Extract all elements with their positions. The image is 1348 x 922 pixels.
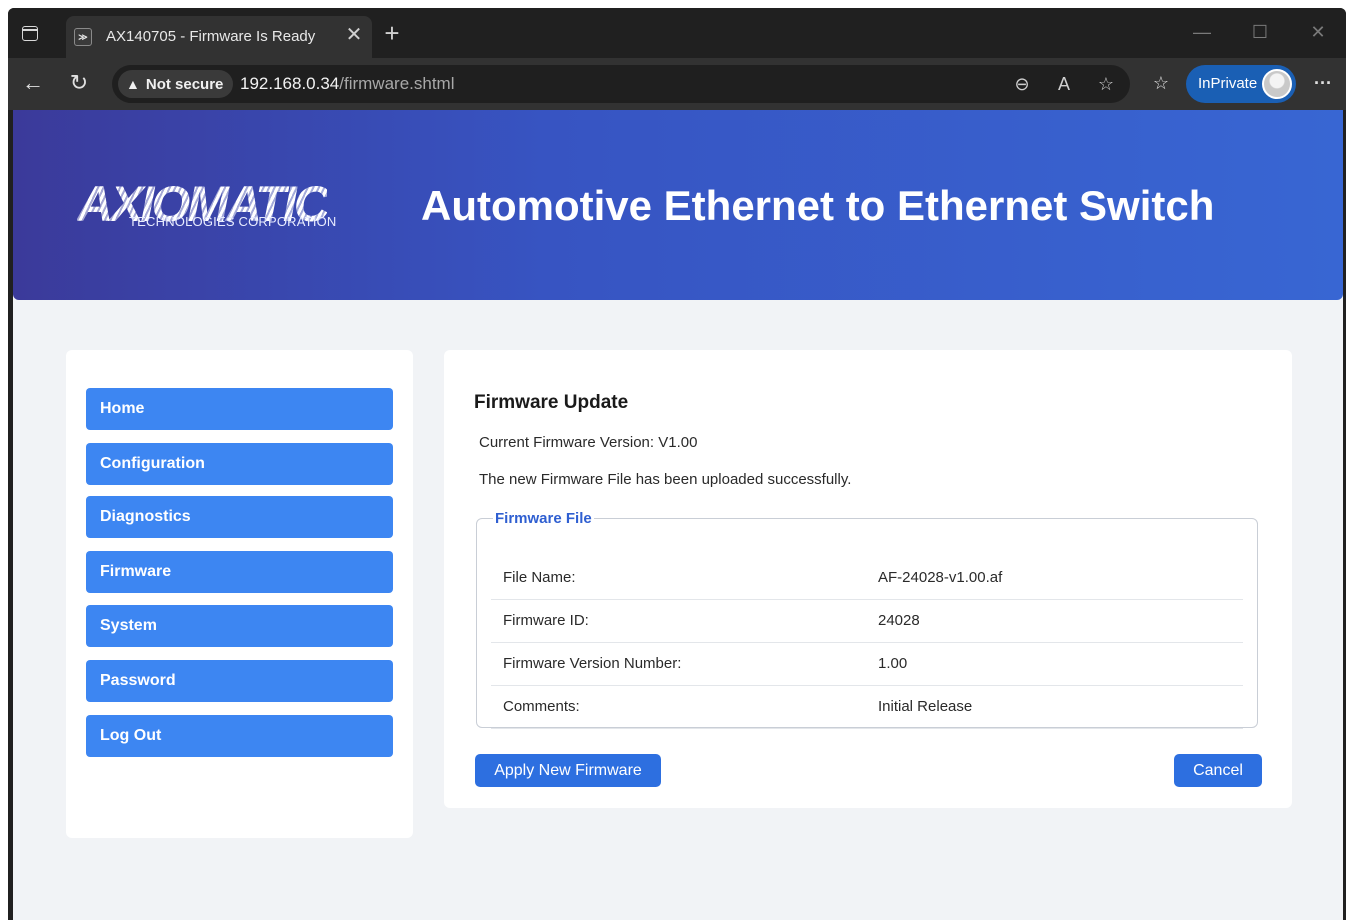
tab-panel-icon[interactable] — [22, 26, 38, 41]
browser-window: ≫ AX140705 - Firmware Is Ready ✕ + — ☐ ✕… — [8, 8, 1346, 920]
back-icon[interactable]: ← — [20, 70, 46, 96]
file-row-name: File Name: AF-24028-v1.00.af — [491, 557, 1243, 600]
browser-toolbar: ← ↻ ▲ Not secure 192.168.0.34/firmware.sh… — [8, 58, 1346, 110]
logo-subtitle: TECHNOLOGIES CORPORATION — [129, 214, 337, 229]
inprivate-button[interactable]: InPrivate — [1186, 65, 1296, 103]
zoom-out-icon[interactable]: ⊖ — [1010, 72, 1034, 96]
maximize-icon[interactable]: ☐ — [1250, 22, 1270, 42]
firmware-file-box: Firmware File File Name: AF-24028-v1.00.… — [476, 510, 1258, 729]
sidebar-item-logout[interactable]: Log Out — [86, 715, 393, 757]
url-text[interactable]: 192.168.0.34/firmware.shtml — [240, 74, 455, 94]
company-logo: AXIOMATIC TECHNOLOGIES CORPORATION — [77, 176, 337, 236]
read-aloud-icon[interactable]: A — [1052, 72, 1076, 96]
sidebar-item-diagnostics[interactable]: Diagnostics — [86, 496, 393, 538]
avatar — [1262, 69, 1292, 99]
file-row-value: Initial Release — [878, 698, 973, 715]
upload-success-text: The new Firmware File has been uploaded … — [479, 471, 852, 488]
current-version-text: Current Firmware Version: V1.00 — [479, 434, 698, 451]
favorites-list-icon[interactable]: ☆ — [1148, 70, 1174, 96]
not-secure-label: Not secure — [145, 76, 224, 93]
tab-close-icon[interactable]: ✕ — [342, 24, 366, 48]
tab-title: AX140705 - Firmware Is Ready — [106, 28, 316, 45]
file-row-id: Firmware ID: 24028 — [491, 600, 1243, 643]
sidebar-item-system[interactable]: System — [86, 605, 393, 647]
file-row-value: 24028 — [878, 612, 920, 629]
file-row-key: Firmware ID: — [503, 612, 589, 629]
minimize-icon[interactable]: — — [1192, 22, 1212, 42]
sidebar-item-password[interactable]: Password — [86, 660, 393, 702]
site-info-button[interactable]: ▲ Not secure — [118, 70, 234, 98]
sidebar-nav: Home Configuration Diagnostics Firmware … — [66, 350, 413, 838]
url-host: 192.168.0.34 — [240, 74, 340, 93]
favicon-icon: ≫ — [74, 28, 92, 46]
address-bar[interactable]: ▲ Not secure 192.168.0.34/firmware.shtml … — [112, 65, 1130, 103]
favorite-star-icon[interactable]: ☆ — [1094, 72, 1118, 96]
page-title: Automotive Ethernet to Ethernet Switch — [421, 182, 1215, 229]
header-banner: AXIOMATIC TECHNOLOGIES CORPORATION Autom… — [13, 110, 1343, 300]
card-title: Firmware Update — [474, 392, 629, 413]
page-viewport: AXIOMATIC TECHNOLOGIES CORPORATION Autom… — [13, 110, 1343, 920]
file-row-key: File Name: — [503, 569, 576, 586]
refresh-icon[interactable]: ↻ — [66, 70, 92, 96]
new-tab-icon[interactable]: + — [380, 20, 404, 46]
sidebar-item-configuration[interactable]: Configuration — [86, 443, 393, 485]
file-row-value: 1.00 — [878, 655, 908, 672]
more-icon[interactable]: ··· — [1310, 70, 1336, 96]
firmware-file-legend: Firmware File — [495, 510, 592, 527]
file-row-value: AF-24028-v1.00.af — [878, 569, 1003, 586]
file-row-key: Firmware Version Number: — [503, 655, 682, 672]
url-path: /firmware.shtml — [339, 74, 455, 93]
cancel-button[interactable]: Cancel — [1174, 754, 1262, 787]
tab-bar: ≫ AX140705 - Firmware Is Ready ✕ + — ☐ ✕ — [8, 8, 1346, 58]
sidebar-item-firmware[interactable]: Firmware — [86, 551, 393, 593]
sidebar-item-home[interactable]: Home — [86, 388, 393, 430]
warning-icon: ▲ — [126, 76, 140, 92]
active-tab[interactable]: ≫ AX140705 - Firmware Is Ready ✕ — [66, 16, 372, 58]
file-row-key: Comments: — [503, 698, 580, 715]
apply-new-firmware-button[interactable]: Apply New Firmware — [475, 754, 661, 787]
close-window-icon[interactable]: ✕ — [1308, 22, 1328, 42]
file-row-version: Firmware Version Number: 1.00 — [491, 643, 1243, 686]
firmware-card: Firmware Update Current Firmware Version… — [444, 350, 1292, 808]
file-row-comments: Comments: Initial Release — [491, 686, 1243, 729]
inprivate-label: InPrivate — [1198, 75, 1258, 92]
